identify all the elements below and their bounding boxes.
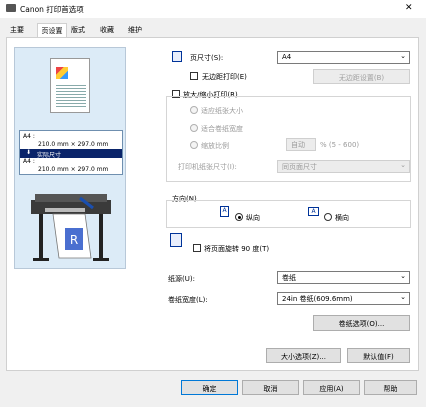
paper-source-select[interactable]: 卷纸 ⌄ — [277, 271, 410, 284]
rotate-page-checkbox[interactable] — [193, 244, 201, 252]
fit-paper-label: 适应纸张大小 — [201, 107, 243, 115]
scaling-label: 缩放比例 — [201, 142, 229, 150]
portrait-radio[interactable] — [235, 213, 243, 221]
print-paper-size-select[interactable]: 同页面尺寸 ⌄ — [277, 160, 410, 173]
tab-bar: 主要 页设置 版式 收藏 维护 — [0, 18, 426, 38]
defaults-button[interactable]: 默认值(F) — [347, 348, 410, 363]
orientation-group — [166, 200, 411, 228]
roll-width-label: 卷纸宽度(L): — [168, 296, 208, 304]
title-bar: Canon 打印首选项 ✕ — [0, 0, 426, 18]
text-lines — [56, 83, 86, 109]
page-size-value: A4 — [282, 53, 292, 61]
image-placeholder-icon — [56, 67, 68, 79]
landscape-icon: A — [308, 207, 319, 216]
apply-button[interactable]: 应用(A) — [303, 380, 360, 395]
tab-maintenance[interactable]: 维护 — [128, 25, 152, 37]
close-icon[interactable]: ✕ — [405, 3, 413, 13]
rotate-page-label: 将页面旋转 90 度(T) — [204, 245, 270, 253]
cancel-button[interactable]: 取消 — [242, 380, 299, 395]
tab-page-setup[interactable]: 页设置 — [37, 23, 67, 38]
chevron-down-icon: ⌄ — [400, 52, 406, 60]
page-size-icon — [172, 51, 182, 62]
rotate-page-icon — [170, 233, 182, 247]
printer-illustration: R — [31, 194, 111, 261]
tab-label: 维护 — [128, 26, 142, 34]
borderless-checkbox[interactable] — [190, 72, 198, 80]
paper-source-label: 纸源(U): — [168, 275, 195, 283]
fit-paper-radio[interactable] — [190, 106, 198, 114]
scaling-range: % (5 - 600) — [320, 141, 360, 149]
print-paper-size-label: 打印机纸张尺寸(I): — [178, 163, 237, 171]
size-options-button[interactable]: 大小选项(Z)... — [266, 348, 341, 363]
page-size-select[interactable]: A4 ⌄ — [277, 51, 410, 64]
paper-size-info: A4 : 210.0 mm × 297.0 mm ⬇ 实际尺寸 A4 : 210… — [19, 130, 123, 175]
print-paper-size-value: 同页面尺寸 — [282, 163, 317, 171]
borderless-settings-button[interactable]: 无边距设置(B) — [313, 69, 410, 84]
tab-label: 主要 — [10, 26, 24, 34]
printer-output-letter: R — [70, 233, 78, 247]
chevron-down-icon: ⌄ — [400, 272, 406, 280]
borderless-label: 无边距打印(E) — [202, 73, 247, 81]
arrow-down-icon: ⬇ — [26, 149, 32, 156]
fit-roll-radio[interactable] — [190, 124, 198, 132]
tab-main[interactable]: 主要 — [10, 25, 34, 37]
portrait-icon: A — [220, 206, 229, 217]
window-title: Canon 打印首选项 — [20, 5, 84, 14]
roll-options-button[interactable]: 卷纸选项(O)... — [313, 315, 410, 331]
roll-width-value: 24in 卷纸(609.6mm) — [282, 295, 353, 303]
tab-layout[interactable]: 版式 — [71, 25, 95, 37]
fit-roll-label: 适合卷纸宽度 — [201, 125, 243, 133]
preview-pane: A4 : 210.0 mm × 297.0 mm ⬇ 实际尺寸 A4 : 210… — [14, 47, 126, 269]
scaling-input[interactable]: 自动 — [286, 138, 316, 151]
actual-size-label: 实际尺寸 — [37, 152, 62, 159]
tab-favorites[interactable]: 收藏 — [100, 25, 124, 37]
paper-size-a: 210.0 mm × 297.0 mm — [38, 141, 109, 148]
landscape-label: 横向 — [335, 214, 349, 222]
page-thumbnail — [50, 58, 90, 113]
scaling-value: 自动 — [291, 141, 305, 149]
actual-size-bar: ⬇ 实际尺寸 — [20, 149, 122, 159]
paper-size-b: 210.0 mm × 297.0 mm — [38, 166, 109, 173]
ok-button[interactable]: 确定 — [181, 380, 238, 395]
printer-icon — [6, 4, 16, 12]
tab-label: 页设置 — [41, 27, 63, 35]
portrait-label: 纵向 — [246, 214, 260, 222]
tab-label: 版式 — [71, 26, 85, 34]
page-size-label: 页尺寸(S): — [190, 54, 224, 62]
chevron-down-icon: ⌄ — [400, 161, 406, 169]
landscape-radio[interactable] — [324, 213, 332, 221]
paper-label-a: A4 : — [23, 133, 35, 140]
roll-width-select[interactable]: 24in 卷纸(609.6mm) ⌄ — [277, 292, 410, 305]
tab-label: 收藏 — [100, 26, 114, 34]
paper-label-b: A4 : — [23, 158, 35, 165]
paper-source-value: 卷纸 — [282, 274, 296, 282]
help-button[interactable]: 帮助 — [364, 380, 417, 395]
scaling-radio[interactable] — [190, 141, 198, 149]
chevron-down-icon: ⌄ — [400, 293, 406, 301]
